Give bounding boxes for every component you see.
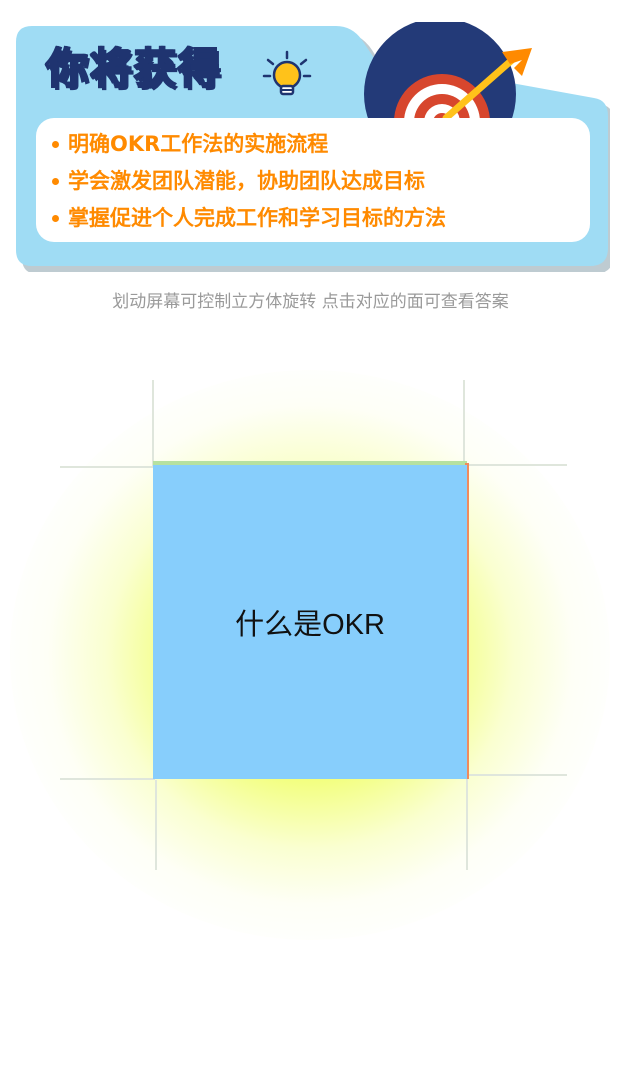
cube-viewport[interactable]: 什么是OKR — [0, 330, 621, 970]
bullet-dot-icon — [52, 178, 59, 185]
cube-edge — [152, 380, 154, 466]
cube-front-face-label: 什么是OKR — [235, 609, 385, 641]
benefits-banner: 你将获得 明确OKR工作法的实施流程 学会激发团队潜能，协助团队达成目标 掌握促… — [10, 22, 610, 272]
benefit-item: 学会激发团队潜能，协助团队达成目标 — [52, 163, 590, 200]
rotate-hint: 划动屏幕可控制立方体旋转 点击对应的面可查看答案 — [112, 292, 509, 312]
cube-edge — [467, 774, 567, 776]
benefit-text: 掌握促进个人完成工作和学习目标的方法 — [68, 206, 446, 230]
cube-front-face[interactable]: 什么是OKR — [153, 465, 467, 779]
lightbulb-icon — [262, 50, 312, 96]
benefits-list-box: 明确OKR工作法的实施流程 学会激发团队潜能，协助团队达成目标 掌握促进个人完成… — [36, 118, 590, 242]
cube-edge — [466, 776, 468, 870]
cube-edge — [467, 464, 567, 466]
banner-title: 你将获得 — [45, 44, 223, 93]
bullet-dot-icon — [52, 215, 59, 222]
cube-edge — [60, 778, 155, 780]
benefit-item: 掌握促进个人完成工作和学习目标的方法 — [52, 200, 590, 237]
cube-edge — [463, 380, 465, 464]
bullet-dot-icon — [52, 141, 59, 148]
benefit-text: 明确OKR工作法的实施流程 — [68, 132, 329, 156]
cube-edge — [60, 466, 155, 468]
benefit-item: 明确OKR工作法的实施流程 — [52, 126, 590, 163]
cube-edge — [155, 780, 157, 870]
benefits-list: 明确OKR工作法的实施流程 学会激发团队潜能，协助团队达成目标 掌握促进个人完成… — [36, 118, 590, 237]
page: 你将获得 明确OKR工作法的实施流程 学会激发团队潜能，协助团队达成目标 掌握促… — [0, 0, 621, 1089]
benefit-text: 学会激发团队潜能，协助团队达成目标 — [68, 169, 425, 193]
